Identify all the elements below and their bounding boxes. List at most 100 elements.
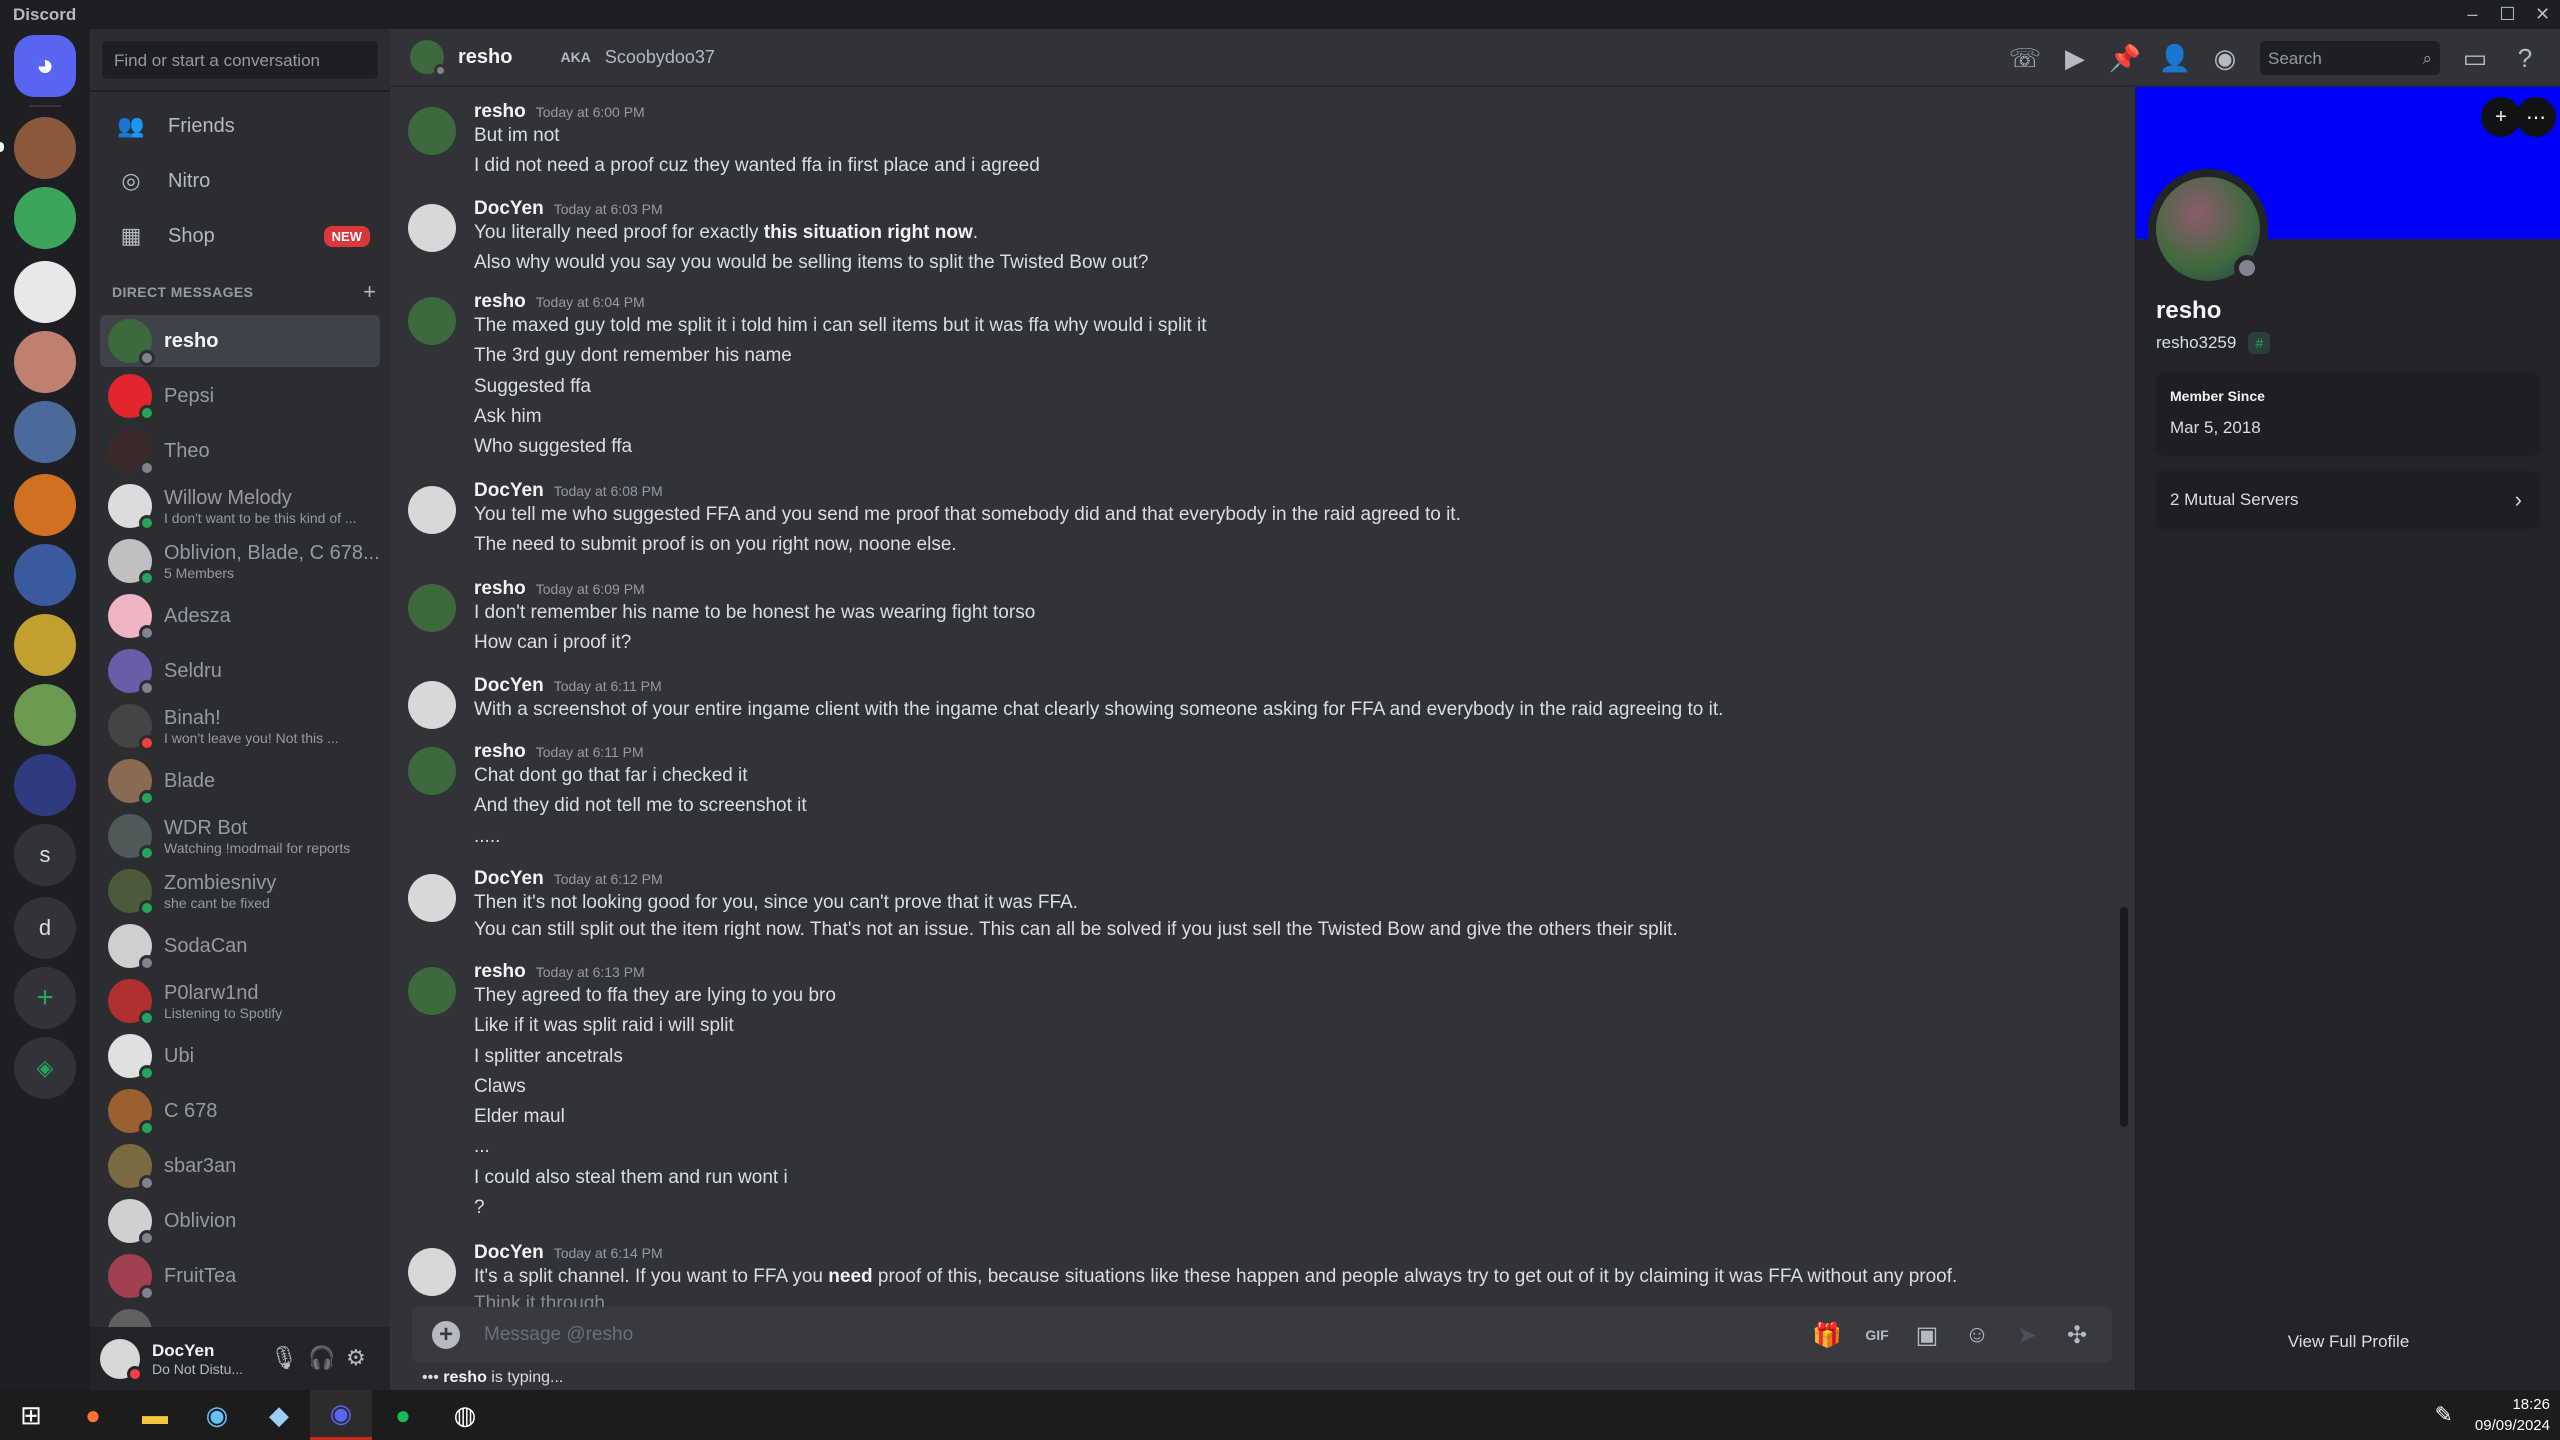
pin-icon[interactable]: 📌 bbox=[2107, 41, 2143, 75]
server-icon[interactable] bbox=[14, 117, 76, 179]
message-author[interactable]: resho bbox=[474, 101, 526, 123]
message-author[interactable]: resho bbox=[474, 578, 526, 600]
server-icon[interactable] bbox=[14, 401, 76, 463]
clock[interactable]: 18:26 09/09/2024 bbox=[2475, 1394, 2550, 1436]
view-full-profile-link[interactable]: View Full Profile bbox=[2136, 1332, 2560, 1352]
dm-item[interactable]: Oblivion bbox=[100, 1195, 380, 1247]
file-explorer-icon[interactable]: ▬ bbox=[124, 1390, 186, 1440]
avatar[interactable] bbox=[408, 584, 456, 632]
dm-item[interactable]: Blade bbox=[100, 755, 380, 807]
inbox-icon[interactable]: ▭ bbox=[2457, 41, 2493, 75]
avatar[interactable] bbox=[408, 204, 456, 252]
help-icon[interactable]: ? bbox=[2507, 41, 2543, 75]
add-friend-button[interactable]: + bbox=[2481, 97, 2521, 137]
avatar[interactable] bbox=[408, 486, 456, 534]
microphone-icon[interactable]: 🎙 bbox=[270, 1345, 298, 1371]
firefox-icon[interactable]: ● bbox=[62, 1390, 124, 1440]
dm-item[interactable]: P0larw1nd Listening to Spotify bbox=[100, 975, 380, 1027]
avatar[interactable] bbox=[408, 747, 456, 795]
message-author[interactable]: DocYen bbox=[474, 480, 544, 502]
dm-item[interactable]: Oblivion, Blade, C 678... 5 Members bbox=[100, 535, 380, 587]
nav-shop[interactable]: ▦ Shop NEW bbox=[100, 210, 380, 262]
server-icon[interactable] bbox=[14, 187, 76, 249]
message-author[interactable]: DocYen bbox=[474, 675, 544, 697]
apps-icon[interactable]: ✣ bbox=[2060, 1318, 2094, 1352]
chat-scrollbar[interactable] bbox=[2120, 907, 2128, 1127]
create-dm-button[interactable]: + bbox=[363, 279, 376, 305]
windows-start-icon[interactable]: ⊞ bbox=[0, 1390, 62, 1440]
message-author[interactable]: DocYen bbox=[474, 868, 544, 890]
gif-icon[interactable]: GIF bbox=[1860, 1318, 1894, 1352]
server-icon[interactable] bbox=[14, 754, 76, 816]
avatar[interactable] bbox=[408, 1248, 456, 1296]
dm-item[interactable]: sbar3an bbox=[100, 1140, 380, 1192]
server-letter[interactable]: d bbox=[14, 897, 76, 959]
dm-item[interactable]: Ubi bbox=[100, 1030, 380, 1082]
message-author[interactable]: resho bbox=[474, 961, 526, 983]
add-friends-to-dm-icon[interactable]: 👤 bbox=[2157, 41, 2193, 75]
app-icon[interactable]: ◆ bbox=[248, 1390, 310, 1440]
avatar[interactable] bbox=[408, 681, 456, 729]
clock-time: 18:26 bbox=[2512, 1396, 2550, 1413]
maximize-button[interactable]: ☐ bbox=[2490, 0, 2525, 29]
server-icon[interactable] bbox=[14, 614, 76, 676]
minimize-button[interactable]: – bbox=[2455, 0, 2490, 29]
avatar[interactable] bbox=[408, 874, 456, 922]
discord-taskbar-icon[interactable]: ◉ bbox=[310, 1390, 372, 1440]
gift-icon[interactable]: 🎁 bbox=[1810, 1318, 1844, 1352]
dm-item[interactable]: Binah! I won't leave you! Not this ... bbox=[100, 700, 380, 752]
server-icon[interactable] bbox=[14, 331, 76, 393]
server-icon[interactable] bbox=[14, 261, 76, 323]
message-author[interactable]: resho bbox=[474, 291, 526, 313]
find-conversation-input[interactable]: Find or start a conversation bbox=[102, 41, 378, 79]
nav-nitro[interactable]: ◎ Nitro bbox=[100, 155, 380, 207]
sticker-icon[interactable]: ▣ bbox=[1910, 1318, 1944, 1352]
chat-app-icon[interactable]: ◍ bbox=[434, 1390, 496, 1440]
close-button[interactable]: ✕ bbox=[2525, 0, 2560, 29]
dm-item[interactable]: Pepsi bbox=[100, 370, 380, 422]
server-icon[interactable] bbox=[14, 544, 76, 606]
dm-item[interactable]: Willow Melody I don't want to be this kin… bbox=[100, 480, 380, 532]
header-avatar[interactable] bbox=[410, 40, 447, 77]
user-profile-icon[interactable]: ◉ bbox=[2207, 41, 2243, 75]
avatar[interactable] bbox=[408, 967, 456, 1015]
message-author[interactable]: resho bbox=[474, 741, 526, 763]
message-author[interactable]: DocYen bbox=[474, 198, 544, 220]
nitro-icon: ◎ bbox=[121, 168, 141, 193]
message-input[interactable]: + Message @resho 🎁 GIF ▣ ☺ ➤ ✣ bbox=[412, 1307, 2112, 1363]
avatar[interactable] bbox=[408, 107, 456, 155]
dm-item[interactable]: resho bbox=[100, 315, 380, 367]
voice-call-icon[interactable]: ☏ bbox=[2007, 41, 2043, 75]
avatar[interactable] bbox=[100, 1338, 143, 1382]
pen-icon[interactable]: ✎ bbox=[2434, 1402, 2452, 1428]
attach-plus-icon[interactable]: + bbox=[432, 1321, 460, 1349]
dm-item[interactable]: Seldru bbox=[100, 645, 380, 697]
server-letter[interactable]: s bbox=[14, 824, 76, 886]
dm-item[interactable]: Adesza bbox=[100, 590, 380, 642]
settings-gear-icon[interactable]: ⚙ bbox=[346, 1345, 366, 1371]
dm-item[interactable]: C 678 bbox=[100, 1085, 380, 1137]
video-call-icon[interactable]: ▶ bbox=[2057, 41, 2093, 75]
add-server-icon[interactable]: + bbox=[14, 967, 76, 1029]
spotify-icon[interactable]: ● bbox=[372, 1390, 434, 1440]
emoji-icon[interactable]: ☺ bbox=[1960, 1318, 1994, 1352]
headphones-icon[interactable]: 🎧 bbox=[308, 1345, 335, 1371]
avatar[interactable] bbox=[408, 297, 456, 345]
dm-item[interactable]: SodaCan bbox=[100, 920, 380, 972]
more-options-button[interactable]: ⋯ bbox=[2516, 97, 2556, 137]
mutual-servers-button[interactable]: 2 Mutual Servers › bbox=[2156, 471, 2540, 529]
dm-item[interactable]: FruitTea bbox=[100, 1250, 380, 1302]
steam-icon[interactable]: ◉ bbox=[186, 1390, 248, 1440]
dm-item[interactable]: WDR Bot Watching !modmail for reports bbox=[100, 810, 380, 862]
dm-item[interactable]: Theo bbox=[100, 425, 380, 477]
send-icon[interactable]: ➤ bbox=[2010, 1318, 2044, 1352]
profile-avatar[interactable] bbox=[2148, 169, 2268, 289]
nav-friends[interactable]: 👥 Friends bbox=[100, 100, 380, 152]
search-input[interactable]: Search ⌕ bbox=[2260, 41, 2440, 75]
explore-icon[interactable]: ◈ bbox=[14, 1037, 76, 1099]
server-icon[interactable] bbox=[14, 474, 76, 536]
message-author[interactable]: DocYen bbox=[474, 1242, 544, 1264]
discord-home-icon[interactable]: ◕ bbox=[14, 35, 76, 97]
server-icon[interactable] bbox=[14, 684, 76, 746]
dm-item[interactable]: Zombiesnivy she cant be fixed bbox=[100, 865, 380, 917]
